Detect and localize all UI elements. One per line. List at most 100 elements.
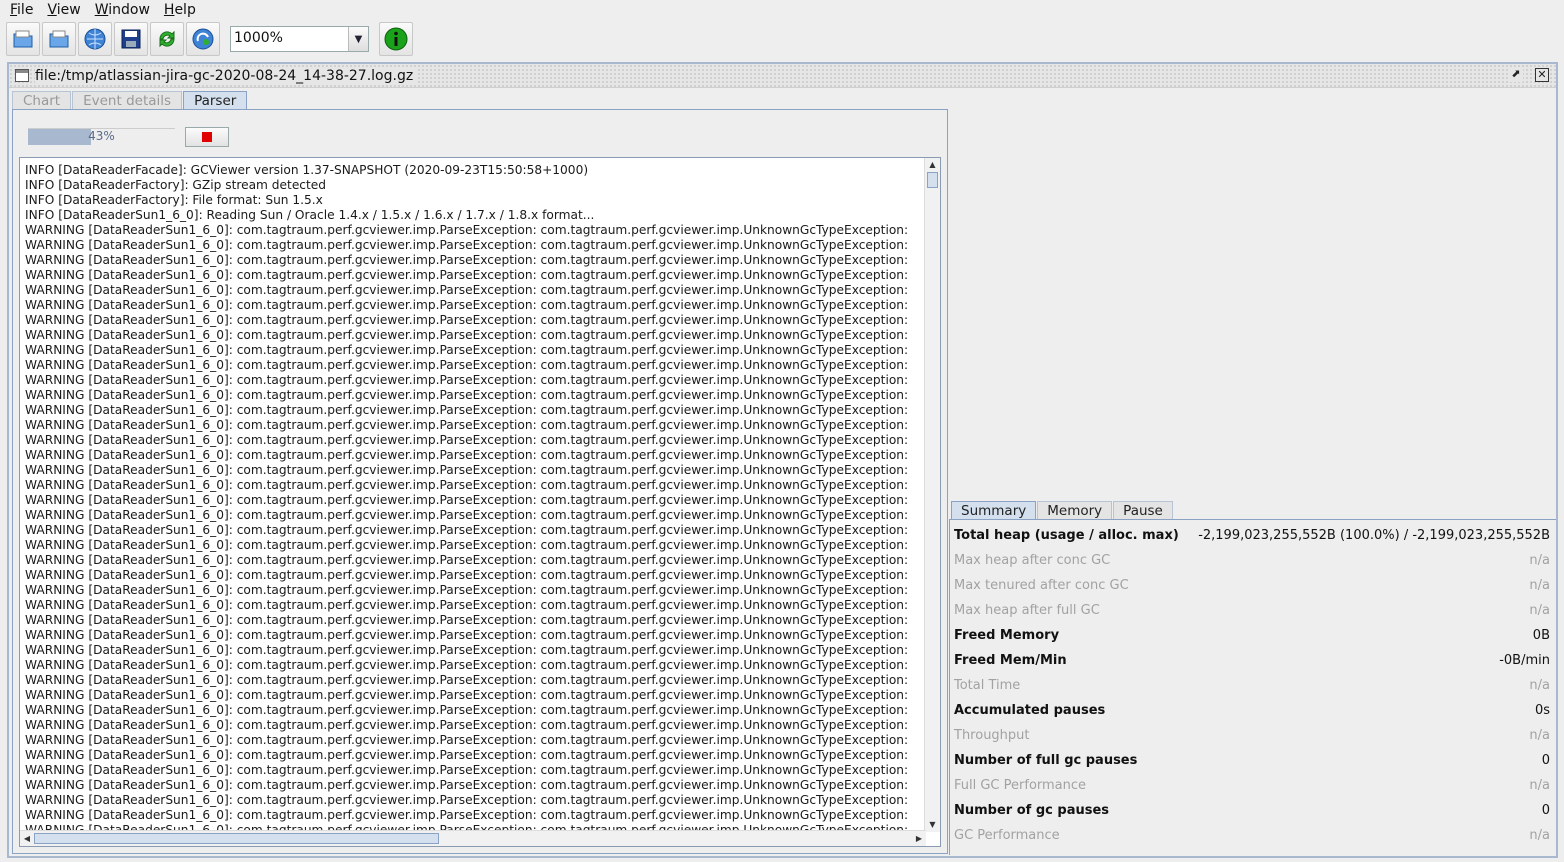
log-line: WARNING [DataReaderSun1_6_0]: com.tagtra…	[25, 643, 909, 657]
menu-view[interactable]: View	[39, 2, 86, 18]
open-file-icon	[13, 30, 33, 48]
close-icon[interactable]: ✕	[1535, 68, 1549, 82]
log-line: WARNING [DataReaderSun1_6_0]: com.tagtra…	[25, 508, 909, 522]
scroll-down-icon[interactable]: ▼	[925, 818, 940, 832]
open-url-button[interactable]	[78, 22, 112, 56]
log-line: WARNING [DataReaderSun1_6_0]: com.tagtra…	[25, 493, 909, 507]
summary-row: Max heap after full GC n/a	[954, 603, 1550, 623]
maximize-icon[interactable]: ⬈	[1509, 68, 1523, 82]
open-folder-icon	[49, 30, 69, 48]
horizontal-scroll-thumb[interactable]	[34, 833, 439, 844]
parser-panel: 43% INFO [DataReaderFacade]: GCViewer ve…	[12, 109, 948, 854]
watch-icon	[192, 28, 214, 50]
parse-progress-bar: 43%	[28, 128, 175, 146]
menu-help-label: elp	[174, 2, 196, 18]
log-line: WARNING [DataReaderSun1_6_0]: com.tagtra…	[25, 268, 909, 282]
summary-row: Freed Mem/Min -0B/min	[954, 653, 1550, 673]
summary-row: Total Time n/a	[954, 678, 1550, 698]
tab-parser[interactable]: Parser	[183, 91, 248, 110]
log-line: WARNING [DataReaderSun1_6_0]: com.tagtra…	[25, 748, 909, 762]
open-folder-button[interactable]	[42, 22, 76, 56]
toolbar: 1000% ▼	[0, 20, 1564, 60]
chevron-down-icon[interactable]: ▼	[348, 27, 368, 51]
summary-value: -2,199,023,255,552B (100.0%) / -2,199,02…	[1198, 528, 1550, 543]
log-line: WARNING [DataReaderSun1_6_0]: com.tagtra…	[25, 583, 909, 597]
log-line: WARNING [DataReaderSun1_6_0]: com.tagtra…	[25, 688, 909, 702]
horizontal-scrollbar[interactable]: ◀ ▶	[20, 830, 926, 846]
log-line: WARNING [DataReaderSun1_6_0]: com.tagtra…	[25, 283, 909, 297]
view-tabs: Chart Event details Parser	[12, 91, 248, 111]
vertical-scroll-thumb[interactable]	[927, 172, 938, 188]
log-line: WARNING [DataReaderSun1_6_0]: com.tagtra…	[25, 538, 909, 552]
log-line: WARNING [DataReaderSun1_6_0]: com.tagtra…	[25, 658, 909, 672]
menu-view-mnemonic: V	[47, 2, 57, 18]
summary-label: Accumulated pauses	[954, 703, 1106, 718]
summary-row: Number of full gc pauses 0	[954, 753, 1550, 773]
window-title-bar[interactable]: file:/tmp/atlassian-jira-gc-2020-08-24_1…	[9, 64, 1556, 88]
summary-row: Max tenured after conc GC n/a	[954, 578, 1550, 598]
open-file-button[interactable]	[6, 22, 40, 56]
window-title: file:/tmp/atlassian-jira-gc-2020-08-24_1…	[35, 68, 418, 84]
menu-file[interactable]: File	[2, 2, 39, 18]
stop-button[interactable]	[185, 127, 229, 147]
summary-value: 0	[1541, 803, 1550, 818]
summary-row: Number of gc pauses 0	[954, 803, 1550, 823]
menu-window-mnemonic: W	[94, 2, 109, 18]
summary-label: Full GC Performance	[954, 778, 1087, 793]
log-line: WARNING [DataReaderSun1_6_0]: com.tagtra…	[25, 568, 909, 582]
log-line: WARNING [DataReaderSun1_6_0]: com.tagtra…	[25, 388, 909, 402]
log-line: WARNING [DataReaderSun1_6_0]: com.tagtra…	[25, 673, 909, 687]
scroll-left-icon[interactable]: ◀	[20, 831, 34, 846]
log-line: WARNING [DataReaderSun1_6_0]: com.tagtra…	[25, 418, 909, 432]
summary-value: n/a	[1529, 778, 1550, 793]
tab-event-details[interactable]: Event details	[72, 91, 183, 110]
log-line: WARNING [DataReaderSun1_6_0]: com.tagtra…	[25, 403, 909, 417]
vertical-scrollbar[interactable]: ▲ ▼	[924, 158, 940, 832]
log-line: WARNING [DataReaderSun1_6_0]: com.tagtra…	[25, 448, 909, 462]
summary-value: n/a	[1529, 553, 1550, 568]
summary-row: Full GC Performance n/a	[954, 778, 1550, 798]
watch-button[interactable]	[186, 22, 220, 56]
log-line: WARNING [DataReaderSun1_6_0]: com.tagtra…	[25, 598, 909, 612]
tab-pause[interactable]: Pause	[1113, 501, 1173, 520]
scroll-right-icon[interactable]: ▶	[912, 831, 926, 846]
save-button[interactable]	[114, 22, 148, 56]
menu-help[interactable]: Help	[156, 2, 202, 18]
summary-row: Throughput n/a	[954, 728, 1550, 748]
menu-file-label: ile	[17, 2, 34, 18]
about-icon	[384, 27, 408, 51]
summary-row: GC Performance n/a	[954, 828, 1550, 848]
scroll-up-icon[interactable]: ▲	[925, 158, 940, 172]
log-line: WARNING [DataReaderSun1_6_0]: com.tagtra…	[25, 328, 909, 342]
tab-summary[interactable]: Summary	[951, 501, 1037, 520]
info-tabs: Summary Memory Pause	[951, 501, 1174, 521]
parser-log-area[interactable]: INFO [DataReaderFacade]: GCViewer versio…	[19, 157, 941, 847]
menu-window-label: indow	[108, 2, 150, 18]
log-line: WARNING [DataReaderSun1_6_0]: com.tagtra…	[25, 358, 909, 372]
tab-memory[interactable]: Memory	[1037, 501, 1113, 520]
summary-value: n/a	[1529, 578, 1550, 593]
menu-view-label: iew	[56, 2, 81, 18]
tab-chart[interactable]: Chart	[12, 91, 72, 110]
log-line: INFO [DataReaderFactory]: GZip stream de…	[25, 178, 327, 192]
log-line: WARNING [DataReaderSun1_6_0]: com.tagtra…	[25, 808, 909, 822]
refresh-button[interactable]	[150, 22, 184, 56]
summary-label: Freed Memory	[954, 628, 1060, 643]
log-line: WARNING [DataReaderSun1_6_0]: com.tagtra…	[25, 523, 909, 537]
about-button[interactable]	[379, 22, 413, 56]
zoom-value[interactable]: 1000%	[234, 30, 283, 46]
log-line: WARNING [DataReaderSun1_6_0]: com.tagtra…	[25, 238, 909, 252]
log-line: WARNING [DataReaderSun1_6_0]: com.tagtra…	[25, 298, 909, 312]
log-line: WARNING [DataReaderSun1_6_0]: com.tagtra…	[25, 343, 909, 357]
log-line: WARNING [DataReaderSun1_6_0]: com.tagtra…	[25, 223, 909, 237]
progress-label: 43%	[88, 129, 115, 143]
log-line: WARNING [DataReaderSun1_6_0]: com.tagtra…	[25, 613, 909, 627]
summary-label: Max heap after full GC	[954, 603, 1100, 618]
menu-window[interactable]: Window	[87, 2, 156, 18]
summary-value: 0B	[1532, 628, 1550, 643]
summary-label: Number of full gc pauses	[954, 753, 1138, 768]
summary-label: Throughput	[954, 728, 1030, 743]
log-line: INFO [DataReaderSun1_6_0]: Reading Sun /…	[25, 208, 595, 222]
zoom-combo[interactable]: 1000% ▼	[230, 26, 369, 52]
window-icon	[15, 69, 29, 82]
